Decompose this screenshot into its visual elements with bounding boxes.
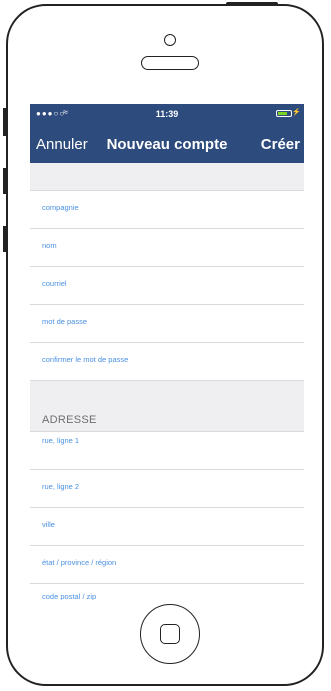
- street-line-2-field[interactable]: rue, ligne 2: [30, 470, 304, 508]
- company-placeholder: compagnie: [42, 203, 79, 212]
- email-placeholder: courriel: [42, 279, 67, 288]
- city-placeholder: ville: [42, 520, 55, 529]
- status-bar: ●●●○○ ≈ 11:39 ⚡: [30, 104, 304, 126]
- street-line-1-placeholder: rue, ligne 1: [42, 436, 80, 445]
- postal-code-field[interactable]: code postal / zip: [30, 584, 304, 600]
- form-scroll-area[interactable]: compagnie nom courriel mot de passe conf…: [30, 163, 304, 600]
- state-province-region-placeholder: état / province / région: [42, 558, 117, 567]
- name-field[interactable]: nom: [30, 229, 304, 267]
- postal-code-placeholder: code postal / zip: [42, 592, 97, 600]
- home-button[interactable]: [140, 604, 200, 664]
- status-time: 11:39: [155, 109, 179, 119]
- password-placeholder: mot de passe: [42, 317, 88, 326]
- company-field[interactable]: compagnie: [30, 191, 304, 229]
- state-province-region-field[interactable]: état / province / région: [30, 546, 304, 584]
- city-field[interactable]: ville: [30, 508, 304, 546]
- home-button-icon: [160, 624, 180, 644]
- name-placeholder: nom: [42, 241, 57, 250]
- camera-icon: [164, 34, 176, 46]
- battery-icon: [276, 110, 292, 117]
- confirm-password-field[interactable]: confirmer le mot de passe: [30, 343, 304, 381]
- address-section-title: ADRESSE: [42, 414, 97, 426]
- speaker-grille: [141, 56, 199, 70]
- create-button[interactable]: Créer: [261, 136, 300, 153]
- confirm-password-placeholder: confirmer le mot de passe: [42, 355, 129, 364]
- navigation-bar: Annuler Nouveau compte Créer: [30, 126, 304, 163]
- phone-screen: ●●●○○ ≈ 11:39 ⚡ Annuler Nouveau compte C…: [30, 104, 304, 600]
- street-line-2-placeholder: rue, ligne 2: [42, 482, 80, 491]
- address-section-header: ADRESSE: [30, 408, 304, 432]
- section-spacer: [30, 381, 304, 408]
- password-field[interactable]: mot de passe: [30, 305, 304, 343]
- charging-icon: ⚡: [292, 109, 301, 116]
- section-spacer: [30, 163, 304, 191]
- email-field[interactable]: courriel: [30, 267, 304, 305]
- street-line-1-field[interactable]: rue, ligne 1: [30, 432, 304, 470]
